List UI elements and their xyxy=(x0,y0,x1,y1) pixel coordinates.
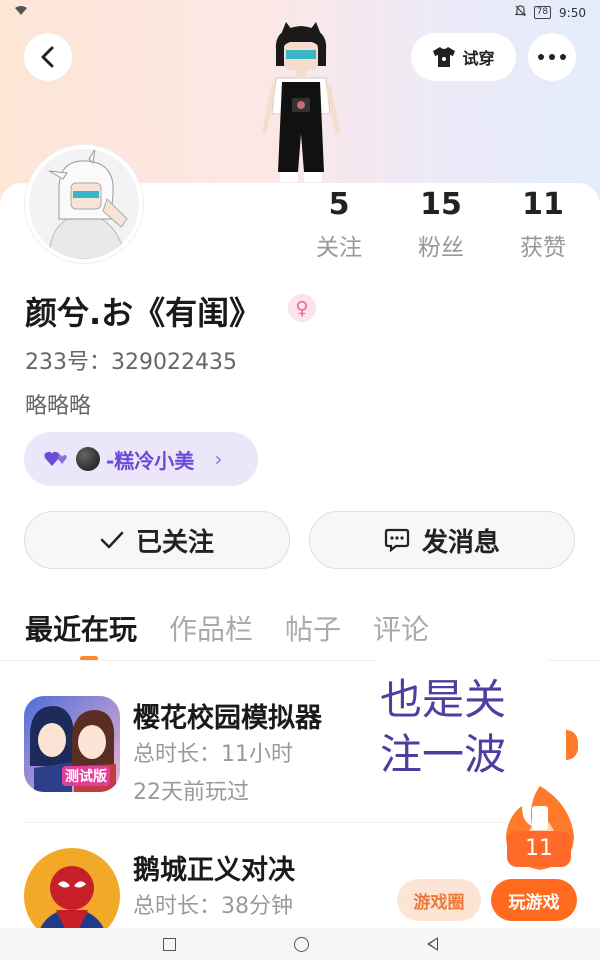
chat-bubble-icon xyxy=(384,528,410,552)
row-divider xyxy=(24,822,576,823)
home-nav-icon[interactable] xyxy=(293,936,309,952)
fans-label: 粉丝 xyxy=(418,235,464,261)
username: 颜兮.お《有闺》 xyxy=(25,294,262,332)
battery-indicator: 78 xyxy=(533,6,552,19)
stat-likes[interactable]: 11 获赞 xyxy=(493,186,593,262)
followed-label: 已关注 xyxy=(135,527,214,558)
tab-recently-played[interactable]: 最近在玩 xyxy=(25,608,137,648)
chevron-right-icon: › xyxy=(214,447,223,471)
tab-works[interactable]: 作品栏 xyxy=(169,608,253,648)
more-button[interactable] xyxy=(528,33,576,81)
clock: 9:50 xyxy=(559,5,586,20)
checkmark-icon xyxy=(100,531,124,549)
mute-icon xyxy=(514,5,526,20)
hearts-icon xyxy=(44,451,67,466)
overlay-line-1: 也是关 xyxy=(380,675,507,724)
tab-posts[interactable]: 帖子 xyxy=(285,608,341,648)
tab-comments[interactable]: 评论 xyxy=(373,608,429,648)
fan-tag-label: -糕冷小美 xyxy=(106,448,195,473)
beta-badge: 测试版 xyxy=(62,766,110,786)
avatar-character-figure xyxy=(262,22,340,182)
recents-nav-icon[interactable] xyxy=(162,937,176,951)
following-label: 关注 xyxy=(316,235,362,261)
moon-icon xyxy=(76,447,100,471)
stat-following[interactable]: 5 关注 xyxy=(289,186,389,262)
game-duration: 总时长：38分钟 xyxy=(133,894,293,919)
sakura-school-icon: 测试版 xyxy=(24,696,120,792)
game-last-played: 22天前玩过 xyxy=(133,780,249,805)
back-nav-icon[interactable] xyxy=(426,937,438,951)
try-on-label: 试穿 xyxy=(462,49,495,68)
fans-count: 15 xyxy=(420,187,462,222)
female-gender-icon: ♀ xyxy=(288,294,316,322)
fire-count: 11 xyxy=(507,831,571,867)
likes-count: 11 xyxy=(522,187,564,222)
likes-label: 获赞 xyxy=(520,235,566,261)
chevron-left-icon xyxy=(41,46,54,68)
game-title: 樱花校园模拟器 xyxy=(133,703,322,734)
back-button[interactable] xyxy=(24,33,72,81)
following-count: 5 xyxy=(328,187,350,222)
game-circle-button[interactable]: 游戏圈 xyxy=(397,879,481,921)
followed-button[interactable]: 已关注 xyxy=(24,511,290,569)
send-message-label: 发消息 xyxy=(421,527,500,558)
game-duration: 总时长：11小时 xyxy=(133,742,293,767)
try-on-button[interactable]: 试穿 xyxy=(411,33,516,81)
avatar[interactable] xyxy=(25,145,143,263)
send-message-button[interactable]: 发消息 xyxy=(309,511,575,569)
play-game-button[interactable]: 玩游戏 xyxy=(491,879,577,921)
bio: 略略略 xyxy=(25,394,92,419)
wifi-icon xyxy=(14,5,28,19)
stat-fans[interactable]: 15 粉丝 xyxy=(391,186,491,262)
fan-club-tag[interactable]: -糕冷小美 › xyxy=(24,432,258,486)
user-id[interactable]: 233号：329022435 xyxy=(25,344,237,376)
avatar-image xyxy=(29,149,139,259)
profile-tabs: 最近在玩 作品栏 帖子 评论 xyxy=(25,608,461,648)
overlay-caption: 也是关 注一波 xyxy=(378,660,548,795)
overlay-line-2: 注一波 xyxy=(380,730,507,779)
game-title: 鹅城正义对决 xyxy=(133,855,295,886)
system-nav-bar xyxy=(0,928,600,960)
more-dots-icon xyxy=(538,54,566,60)
tshirt-icon xyxy=(433,47,456,67)
